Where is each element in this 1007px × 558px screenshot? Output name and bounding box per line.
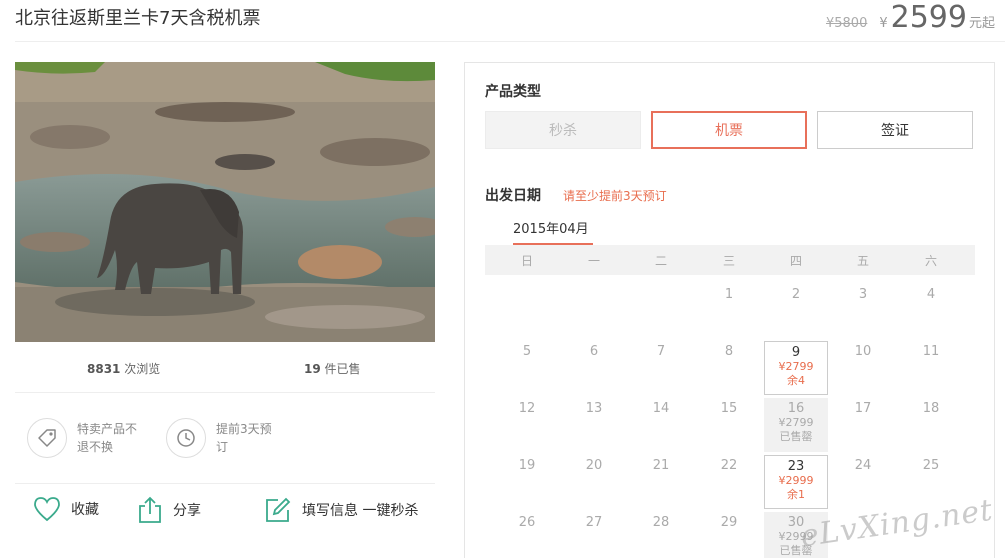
type-flash-sale-button: 秒杀 xyxy=(485,111,641,149)
divider xyxy=(15,392,435,393)
tag-icon xyxy=(27,418,67,458)
calendar-day: 2 xyxy=(791,287,801,302)
product-photo xyxy=(15,62,435,342)
calendar-day: 25 xyxy=(922,458,940,473)
share-button[interactable]: 分享 xyxy=(137,496,201,524)
calendar-day: 10 xyxy=(854,344,872,359)
weekday: 一 xyxy=(587,254,600,268)
feature-no-refund: 特卖产品不 退不换 xyxy=(27,418,137,458)
calendar-day: 7 xyxy=(656,344,666,359)
edit-icon xyxy=(266,497,291,522)
price-area: ¥5800 ¥ 2599 元起 xyxy=(826,0,995,35)
calendar-day: 12 xyxy=(518,401,536,416)
type-visa-button[interactable]: 签证 xyxy=(817,111,973,149)
page-title: 北京往返斯里兰卡7天含税机票 xyxy=(15,8,261,29)
calendar-day-sold-out: 30 ¥2999 已售罄 xyxy=(764,512,828,558)
sold-count: 19 件已售 xyxy=(304,362,361,376)
calendar-day: 24 xyxy=(854,458,872,473)
calendar-day: 19 xyxy=(518,458,536,473)
weekday: 三 xyxy=(722,254,735,268)
action-bar: 收藏 分享 填写信息 一键秒杀 xyxy=(33,496,433,526)
type-ticket-button[interactable]: 机票 xyxy=(651,111,807,149)
calendar-day: 18 xyxy=(922,401,940,416)
booking-note: 请至少提前3天预订 xyxy=(563,189,667,203)
calendar-day: 13 xyxy=(585,401,603,416)
weekday: 六 xyxy=(924,254,937,268)
product-features: 特卖产品不 退不换 提前3天预订 xyxy=(27,418,435,464)
share-icon xyxy=(139,496,161,523)
calendar-day: 28 xyxy=(652,515,670,530)
calendar-day: 4 xyxy=(926,287,936,302)
calendar-day: 1 xyxy=(724,287,734,302)
calendar-day: 8 xyxy=(724,344,734,359)
weekday: 二 xyxy=(654,254,667,268)
product-stats: 8831 次浏览 19 件已售 xyxy=(15,360,435,380)
calendar-day: 22 xyxy=(720,458,738,473)
calendar-day: 5 xyxy=(522,344,532,359)
weekday: 日 xyxy=(520,254,533,268)
weekday: 四 xyxy=(789,254,802,268)
calendar-day: 29 xyxy=(720,515,738,530)
weekday-header: 日 一 二 三 四 五 六 xyxy=(485,245,975,275)
calendar-day-available[interactable]: 9 ¥2799 余4 xyxy=(764,341,828,395)
departure-date-label: 出发日期 xyxy=(485,188,541,204)
calendar-day: 15 xyxy=(720,401,738,416)
favorite-button[interactable]: 收藏 xyxy=(33,496,99,522)
heart-icon xyxy=(34,497,60,522)
currency-symbol: ¥ xyxy=(879,16,888,31)
current-price: 2599 xyxy=(890,0,967,35)
header-divider xyxy=(15,41,1005,42)
calendar-day-sold-out: 16 ¥2799 已售罄 xyxy=(764,398,828,452)
clock-icon xyxy=(166,418,206,458)
weekday: 五 xyxy=(856,254,869,268)
calendar-day-available[interactable]: 23 ¥2999 余1 xyxy=(764,455,828,509)
price-unit: 元起 xyxy=(968,16,995,31)
calendar-day: 26 xyxy=(518,515,536,530)
calendar-day: 17 xyxy=(854,401,872,416)
calendar-day: 20 xyxy=(585,458,603,473)
booking-panel: 产品类型 秒杀 机票 签证 出发日期 请至少提前3天预订 2015年04月 日 … xyxy=(464,62,995,558)
view-count: 8831 次浏览 xyxy=(87,362,161,376)
calendar-day: 14 xyxy=(652,401,670,416)
feature-advance-booking: 提前3天预订 xyxy=(166,418,272,458)
calendar-day: 6 xyxy=(589,344,599,359)
month-tab[interactable]: 2015年04月 xyxy=(513,218,593,246)
old-price: ¥5800 xyxy=(825,16,868,31)
calendar-day: 21 xyxy=(652,458,670,473)
fill-info-button[interactable]: 填写信息 一键秒杀 xyxy=(264,496,418,524)
calendar-day: 27 xyxy=(585,515,603,530)
calendar-day: 11 xyxy=(922,344,940,359)
product-type-label: 产品类型 xyxy=(485,84,541,100)
calendar-day: 3 xyxy=(858,287,868,302)
divider xyxy=(15,483,435,484)
